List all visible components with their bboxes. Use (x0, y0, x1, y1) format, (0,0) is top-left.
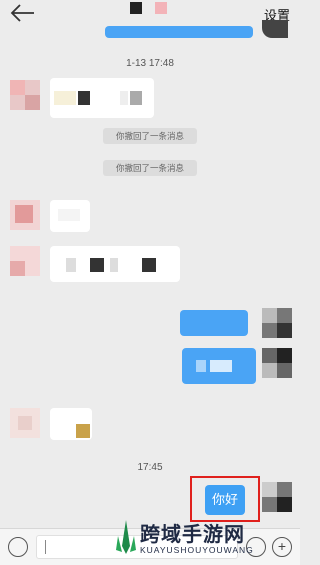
avatar-contact-1[interactable] (10, 80, 40, 110)
avatar-self-1[interactable] (262, 308, 292, 338)
watermark-logo-icon (116, 520, 136, 554)
chat-header: 设置 (0, 0, 300, 28)
contact-name-pixelated-2 (155, 2, 167, 14)
message-bubble-out-2[interactable] (182, 348, 256, 384)
message-bubble-in-1[interactable] (50, 78, 154, 118)
timestamp-1: 1-13 17:48 (126, 58, 174, 69)
recall-notice-2: 你撤回了一条消息 (103, 160, 197, 176)
message-bubble-in-4[interactable] (50, 408, 92, 440)
message-bubble-hello[interactable]: 你好 (205, 485, 245, 515)
timestamp-2: 17:45 (137, 462, 163, 473)
message-bubble-out-1[interactable] (180, 310, 248, 336)
watermark: 跨域手游网 KUAYUSHOUYOUWANG (110, 518, 300, 564)
avatar-contact-3[interactable] (10, 246, 40, 276)
avatar-contact-4[interactable] (10, 408, 40, 438)
message-bubble-in-3[interactable] (50, 246, 180, 282)
text-cursor (45, 540, 46, 554)
back-arrow-icon[interactable] (8, 2, 38, 24)
message-bubble-in-2[interactable] (50, 200, 90, 232)
avatar-contact-2[interactable] (10, 200, 40, 230)
watermark-subtitle: KUAYUSHOUYOUWANG (140, 545, 254, 555)
watermark-title: 跨域手游网 (140, 522, 245, 546)
avatar-self-top[interactable] (262, 20, 288, 38)
avatar-self-2[interactable] (262, 348, 292, 378)
contact-name-pixelated (130, 2, 142, 14)
avatar-self-3[interactable] (262, 482, 292, 512)
recall-notice-1: 你撤回了一条消息 (103, 128, 197, 144)
voice-icon[interactable] (8, 537, 28, 557)
message-bubble-out-partial[interactable] (105, 26, 253, 38)
